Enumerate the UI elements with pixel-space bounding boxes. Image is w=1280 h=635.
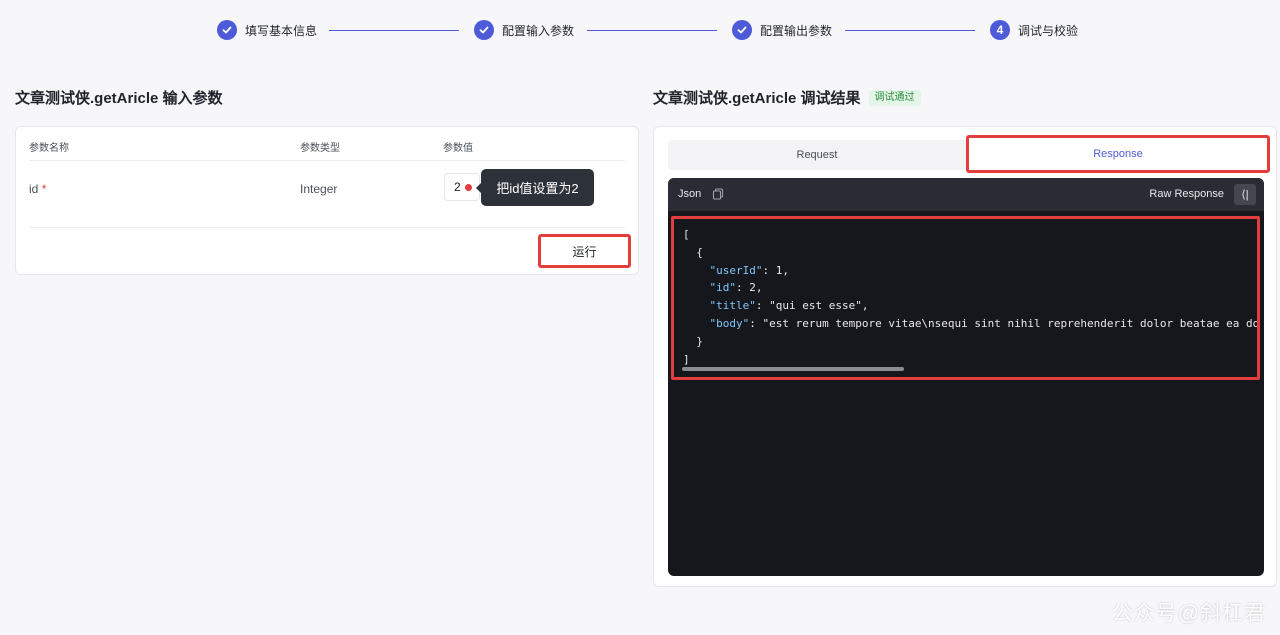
run-button[interactable]: 运行 xyxy=(538,234,631,268)
code-language: Json xyxy=(678,188,702,200)
code-line: { xyxy=(683,245,703,259)
code-line: "id": 2, xyxy=(709,281,763,295)
result-tabs: Request Response xyxy=(668,135,1270,173)
step-1[interactable]: 填写基本信息 xyxy=(217,19,317,41)
annotation-dot xyxy=(465,184,472,191)
check-icon xyxy=(474,20,494,40)
response-code-box: [ { "userId": 1, "id": 2, "title": "qui … xyxy=(671,216,1260,380)
column-header-type: 参数类型 xyxy=(300,143,340,154)
collapse-icon[interactable]: ⟨| xyxy=(1234,184,1256,205)
input-params-card: 参数名称 参数类型 参数值 id * Integer 2 把id值设置为2 运行 xyxy=(15,126,639,275)
step-label: 填写基本信息 xyxy=(245,23,318,38)
step-label: 配置输出参数 xyxy=(760,23,833,38)
param-name-text: id xyxy=(29,182,39,196)
horizontal-scrollbar[interactable] xyxy=(682,367,904,371)
check-icon xyxy=(217,20,237,40)
code-line: } xyxy=(683,334,703,348)
code-line: "title": "qui est esse", xyxy=(709,299,869,313)
debug-result-card: Request Response Json Raw Response ⟨| [ … xyxy=(653,126,1277,587)
param-type: Integer xyxy=(300,182,338,196)
tab-response[interactable]: Response xyxy=(966,135,1270,173)
input-panel-title: 文章测试侠.getAricle 输入参数 xyxy=(15,90,223,107)
code-lines: [ { "userId": 1, "id": 2, "title": "qui … xyxy=(683,226,1260,368)
step-label: 调试与校验 xyxy=(1018,23,1079,38)
step-4[interactable]: 4 调试与校验 xyxy=(990,19,1078,41)
step-number: 4 xyxy=(990,20,1010,40)
code-panel: Json Raw Response ⟨| [ { "userId": 1, "i… xyxy=(668,178,1264,576)
check-icon xyxy=(732,20,752,40)
status-badge: 调试通过 xyxy=(868,89,921,106)
step-2[interactable]: 配置输入参数 xyxy=(474,19,574,41)
annotation-tooltip: 把id值设置为2 xyxy=(476,169,594,206)
divider xyxy=(29,160,625,161)
step-3[interactable]: 配置输出参数 xyxy=(732,19,832,41)
code-line: [ xyxy=(683,228,690,241)
tab-request[interactable]: Request xyxy=(668,140,966,170)
code-header: Json Raw Response ⟨| xyxy=(668,178,1264,211)
divider xyxy=(29,227,625,228)
step-connector xyxy=(845,30,975,31)
param-name: id * xyxy=(29,182,46,196)
result-panel-title: 文章测试侠.getAricle 调试结果 调试通过 xyxy=(653,87,921,108)
param-value-input[interactable]: 2 xyxy=(444,173,480,201)
watermark: 公众号@斜杠君 xyxy=(1111,602,1266,625)
required-mark: * xyxy=(41,182,47,196)
stepper: 填写基本信息 配置输入参数 配置输出参数 4 调试与校验 xyxy=(0,19,1280,43)
code-line: "userId": 1, xyxy=(709,263,789,277)
step-connector xyxy=(587,30,717,31)
step-label: 配置输入参数 xyxy=(502,23,575,38)
step-connector xyxy=(329,30,459,31)
raw-response-label[interactable]: Raw Response xyxy=(1149,188,1224,200)
result-title-text: 文章测试侠.getAricle 调试结果 xyxy=(653,90,861,107)
code-line: ] xyxy=(683,352,690,366)
column-header-value: 参数值 xyxy=(443,143,473,154)
column-header-name: 参数名称 xyxy=(29,143,69,154)
code-line: "body": "est rerum tempore vitae\nsequi … xyxy=(709,316,1260,330)
copy-icon[interactable] xyxy=(711,187,725,201)
